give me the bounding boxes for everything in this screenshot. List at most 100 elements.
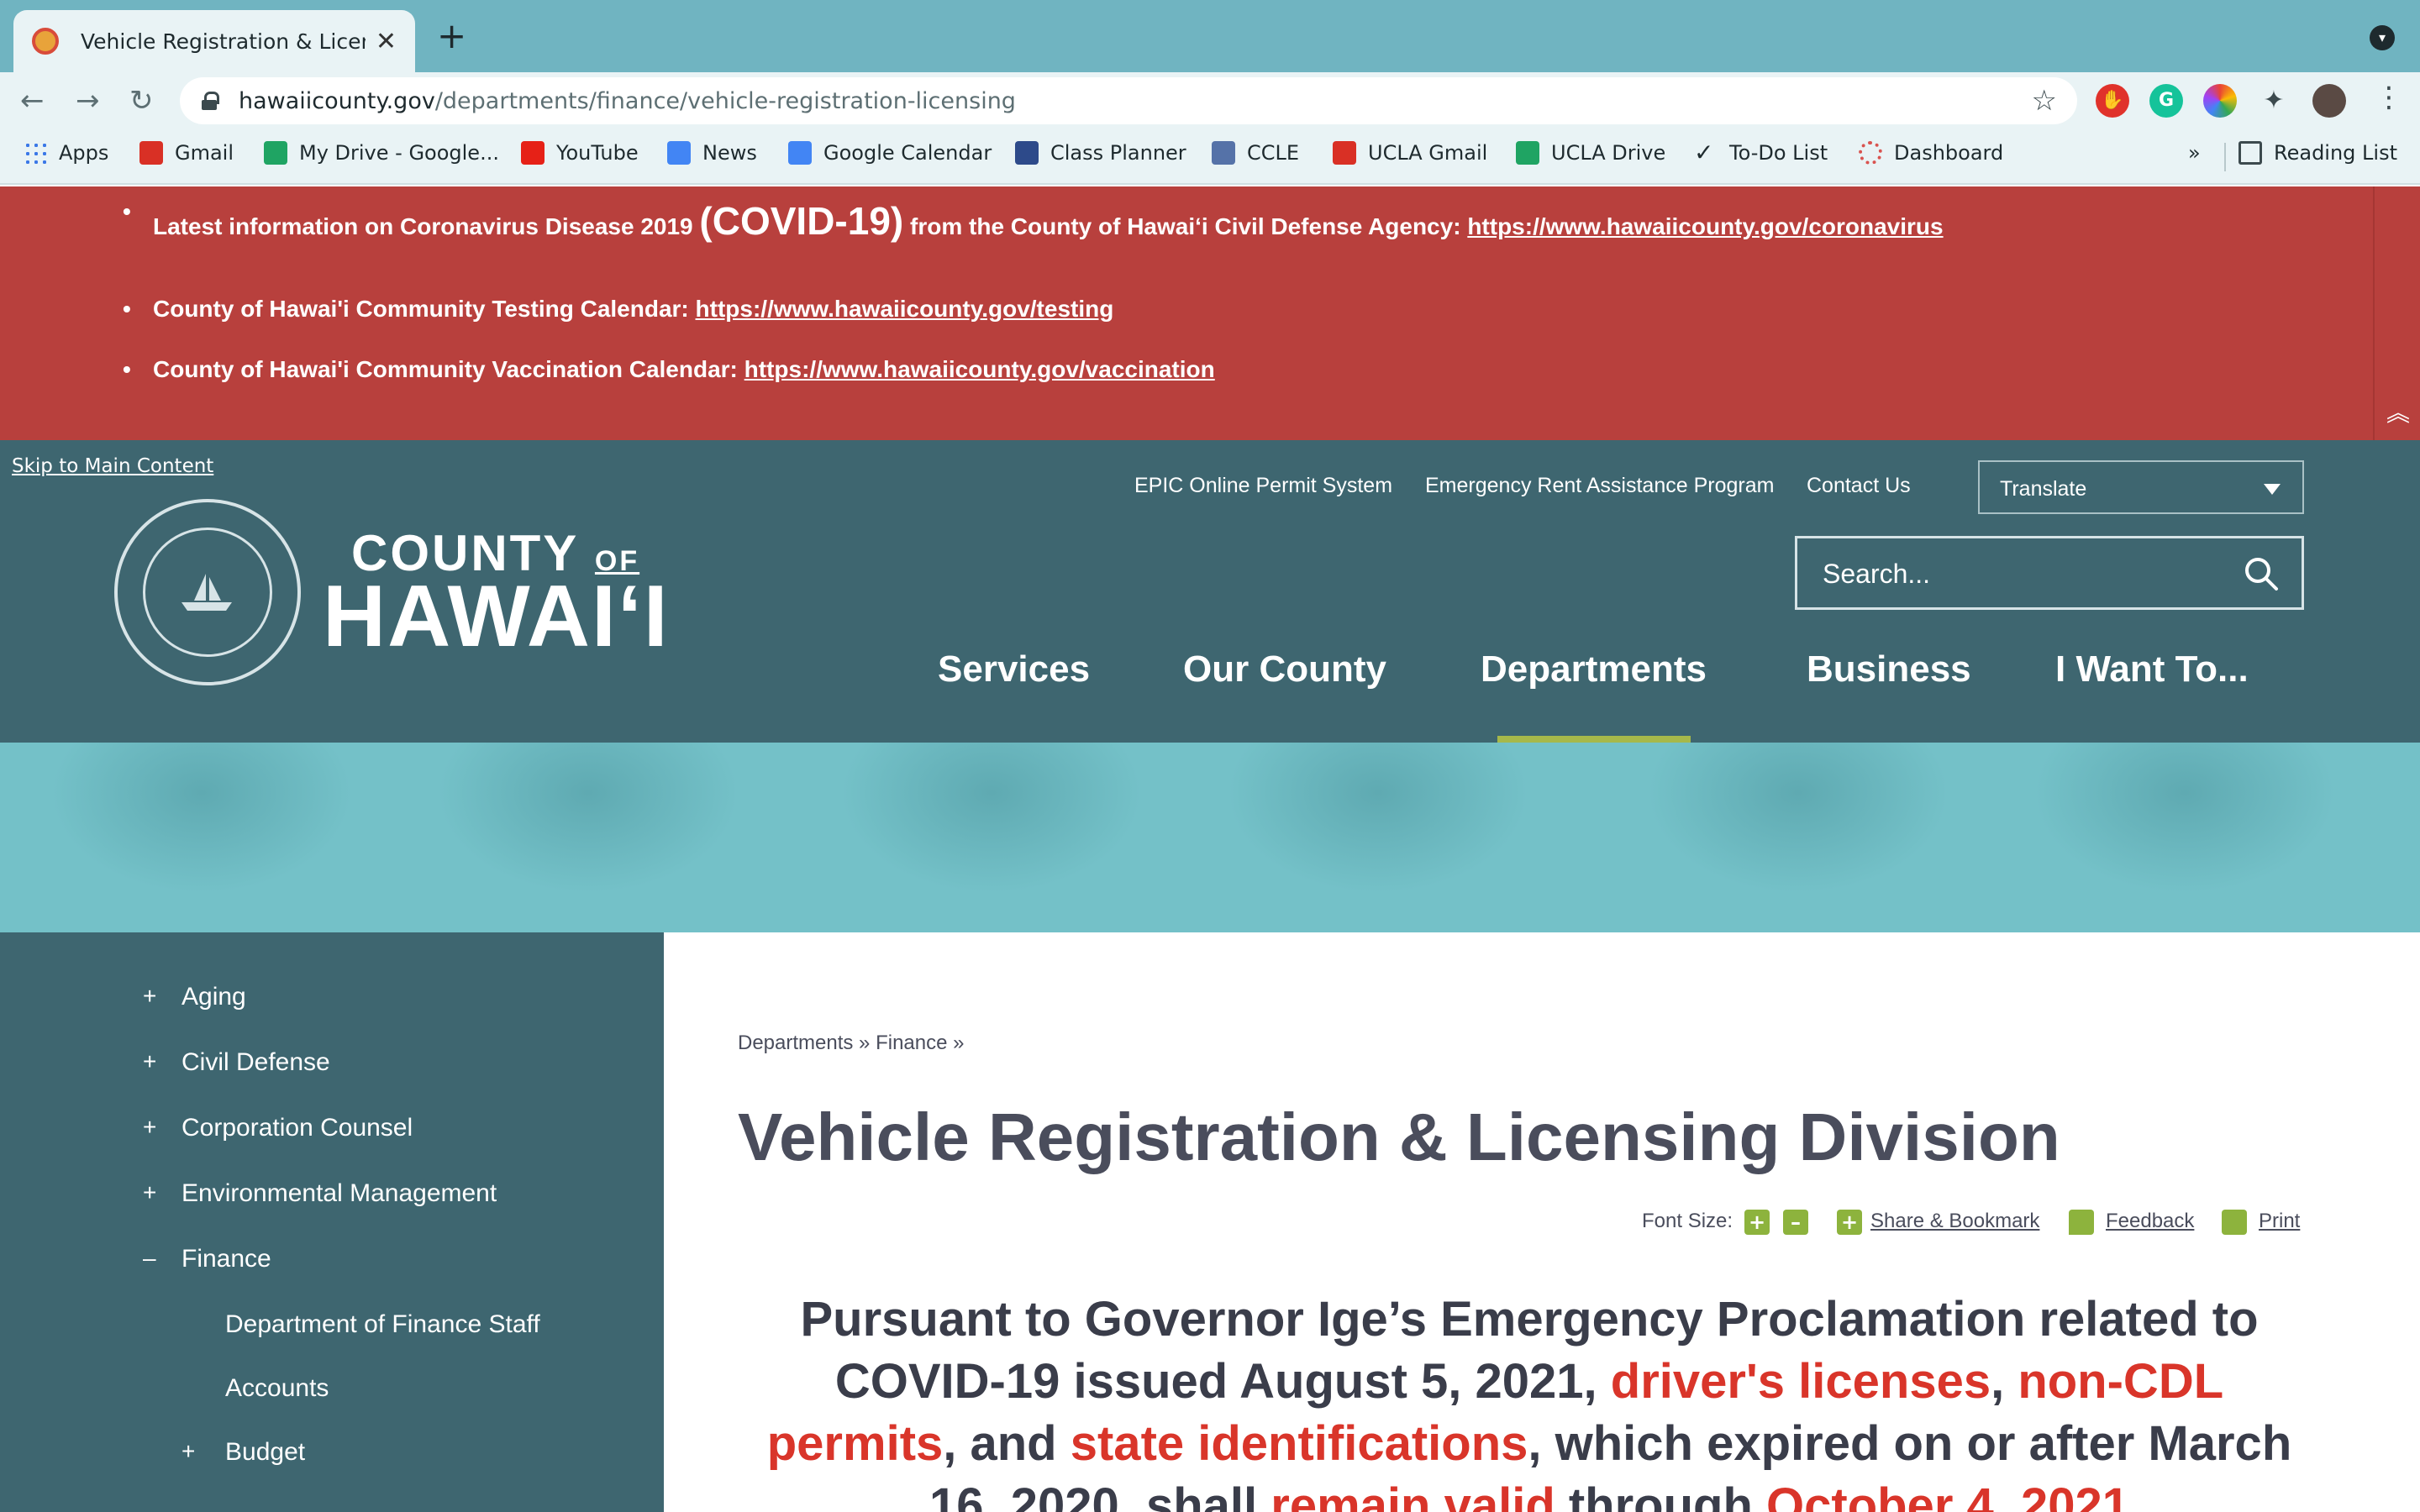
bookmark-star-icon[interactable]: ☆: [2032, 84, 2057, 118]
bookmark-label: News: [702, 141, 757, 165]
search-icon[interactable]: [2243, 555, 2280, 592]
bookmark-apps[interactable]: Apps: [24, 141, 108, 165]
notice-text: through: [1555, 1478, 1767, 1512]
lock-icon[interactable]: [202, 92, 219, 110]
url-path: /departments/finance/vehicle-registratio…: [434, 87, 1016, 114]
expand-plus-icon[interactable]: +: [143, 983, 156, 1010]
more-bookmarks-button[interactable]: »: [2188, 141, 2201, 165]
feedback-speech-icon[interactable]: [2069, 1210, 2094, 1235]
color-picker-extension-icon[interactable]: [2203, 84, 2237, 118]
county-seal-logo[interactable]: [114, 499, 301, 685]
share-bookmark-label[interactable]: Share & Bookmark: [1870, 1210, 2039, 1232]
bookmark-label: Google Calendar: [823, 141, 992, 165]
alert-text: County of Hawai'i Community Testing Cale…: [153, 296, 696, 322]
printer-icon[interactable]: [2222, 1210, 2247, 1235]
browser-tab-active[interactable]: Vehicle Registration & Licensing ✕: [13, 10, 415, 72]
nav-our-county[interactable]: Our County: [1183, 648, 1386, 690]
testing-link[interactable]: https://www.hawaiicounty.gov/testing: [696, 296, 1114, 322]
url-host: hawaiicounty.gov: [239, 87, 435, 114]
state-identifications-link[interactable]: state identifications: [1071, 1416, 1528, 1471]
forward-arrow-icon[interactable]: →: [76, 81, 100, 121]
expand-plus-icon[interactable]: +: [143, 1048, 156, 1075]
nav-i-want-to[interactable]: I Want To...: [2055, 648, 2249, 690]
vaccination-link[interactable]: https://www.hawaiicounty.gov/vaccination: [744, 356, 1215, 382]
bookmark-ucla-gmail[interactable]: UCLA Gmail: [1333, 141, 1487, 165]
print-label[interactable]: Print: [2259, 1210, 2300, 1232]
address-bar[interactable]: hawaiicounty.gov/departments/finance/veh…: [180, 77, 2077, 124]
share-plus-icon[interactable]: +: [1837, 1210, 1862, 1235]
expand-plus-icon[interactable]: +: [143, 1179, 156, 1206]
reading-list-button[interactable]: Reading List: [2238, 141, 2397, 165]
bookmark-label: YouTube: [556, 141, 639, 165]
translate-dropdown[interactable]: Translate: [1978, 460, 2304, 514]
sidebar-item-corporation-counsel[interactable]: Corporation Counsel: [182, 1114, 413, 1142]
ucla-icon: [1015, 141, 1039, 165]
reading-list-label: Reading List: [2274, 141, 2397, 165]
bookmark-label: To-Do List: [1729, 141, 1828, 165]
font-size-label: Font Size:: [1642, 1210, 1733, 1232]
collapse-minus-icon[interactable]: –: [143, 1245, 156, 1272]
expand-plus-icon[interactable]: +: [143, 1114, 156, 1141]
sidebar-subitem-finance-staff[interactable]: Department of Finance Staff: [225, 1310, 540, 1339]
alert-text: County of Hawai'i Community Vaccination …: [153, 356, 744, 382]
drivers-licenses-link[interactable]: driver's licenses: [1611, 1354, 1991, 1409]
feedback-link[interactable]: Feedback: [2106, 1210, 2194, 1233]
profile-avatar[interactable]: [2312, 84, 2346, 118]
font-decrease-icon[interactable]: –: [1783, 1210, 1808, 1235]
drive-icon: [264, 141, 287, 165]
browser-tab-strip: Vehicle Registration & Licensing ✕ + ▾: [0, 0, 2420, 72]
grammarly-extension-icon[interactable]: G: [2149, 84, 2183, 118]
nav-services[interactable]: Services: [938, 648, 1090, 690]
skip-to-main-link[interactable]: Skip to Main Content: [12, 455, 213, 477]
nav-departments[interactable]: Departments: [1481, 648, 1707, 690]
browser-menu-icon[interactable]: ⋮: [2375, 81, 2403, 114]
breadcrumb[interactable]: Departments » Finance »: [738, 1032, 964, 1055]
print-link[interactable]: Print: [2259, 1210, 2300, 1233]
contact-us-link[interactable]: Contact Us: [1807, 474, 1911, 498]
sidebar-item-finance[interactable]: Finance: [182, 1245, 271, 1273]
bookmark-ccle[interactable]: CCLE: [1212, 141, 1299, 165]
adblock-extension-icon[interactable]: ✋: [2096, 84, 2129, 118]
bookmark-gmail[interactable]: Gmail: [139, 141, 234, 165]
sidebar-item-aging[interactable]: Aging: [182, 983, 246, 1011]
palm-silhouette: [1647, 743, 1949, 894]
bookmark-class-planner[interactable]: Class Planner: [1015, 141, 1186, 165]
site-search-input[interactable]: Search...: [1795, 536, 2304, 610]
rent-assistance-link[interactable]: Emergency Rent Assistance Program: [1425, 474, 1774, 498]
new-tab-button[interactable]: +: [437, 18, 466, 54]
sidebar-subitem-accounts[interactable]: Accounts: [225, 1374, 329, 1403]
expand-plus-icon[interactable]: +: [182, 1438, 195, 1465]
back-arrow-icon[interactable]: ←: [20, 81, 45, 121]
site-favicon-icon: [32, 28, 59, 55]
font-increase-icon[interactable]: +: [1744, 1210, 1770, 1235]
gmail-icon: [1333, 141, 1356, 165]
sidebar-item-civil-defense[interactable]: Civil Defense: [182, 1048, 330, 1077]
share-bookmark-link[interactable]: Share & Bookmark: [1870, 1210, 2039, 1233]
alert-item-coronavirus: Latest information on Coronavirus Diseas…: [123, 198, 1944, 244]
notice-emphasis: October 4, 2021: [1766, 1478, 2130, 1512]
bookmark-google-calendar[interactable]: Google Calendar: [788, 141, 992, 165]
sidebar-subitem-budget[interactable]: Budget: [225, 1438, 305, 1467]
bookmark-my-drive[interactable]: My Drive - Google...: [264, 141, 499, 165]
alert-scrollbar[interactable]: ︽: [2373, 186, 2420, 440]
notice-emphasis: remain valid: [1270, 1478, 1555, 1512]
sidebar-item-environmental-management[interactable]: Environmental Management: [182, 1179, 497, 1208]
search-placeholder: Search...: [1823, 559, 1931, 589]
nav-business[interactable]: Business: [1807, 648, 1971, 690]
tab-title: Vehicle Registration & Licensing: [81, 29, 366, 54]
epic-permit-link[interactable]: EPIC Online Permit System: [1134, 474, 1392, 498]
coronavirus-link[interactable]: https://www.hawaiicounty.gov/coronavirus: [1467, 213, 1943, 239]
collapse-chevrons-icon[interactable]: ︽: [2386, 395, 2410, 428]
tab-close-icon[interactable]: ✕: [376, 27, 397, 56]
bookmark-news[interactable]: News: [667, 141, 757, 165]
feedback-label[interactable]: Feedback: [2106, 1210, 2194, 1232]
bookmark-youtube[interactable]: YouTube: [521, 141, 639, 165]
tab-search-chevron-icon[interactable]: ▾: [2370, 25, 2395, 50]
reload-icon[interactable]: ↻: [129, 81, 154, 121]
alert-item-testing: County of Hawai'i Community Testing Cale…: [123, 296, 1114, 323]
bookmark-ucla-drive[interactable]: UCLA Drive: [1516, 141, 1665, 165]
apps-grid-icon: [24, 141, 47, 165]
bookmark-dashboard[interactable]: Dashboard: [1859, 141, 2003, 165]
bookmark-todo-list[interactable]: ✓ To-Do List: [1694, 141, 1828, 165]
extensions-puzzle-icon[interactable]: ✦: [2257, 84, 2291, 118]
